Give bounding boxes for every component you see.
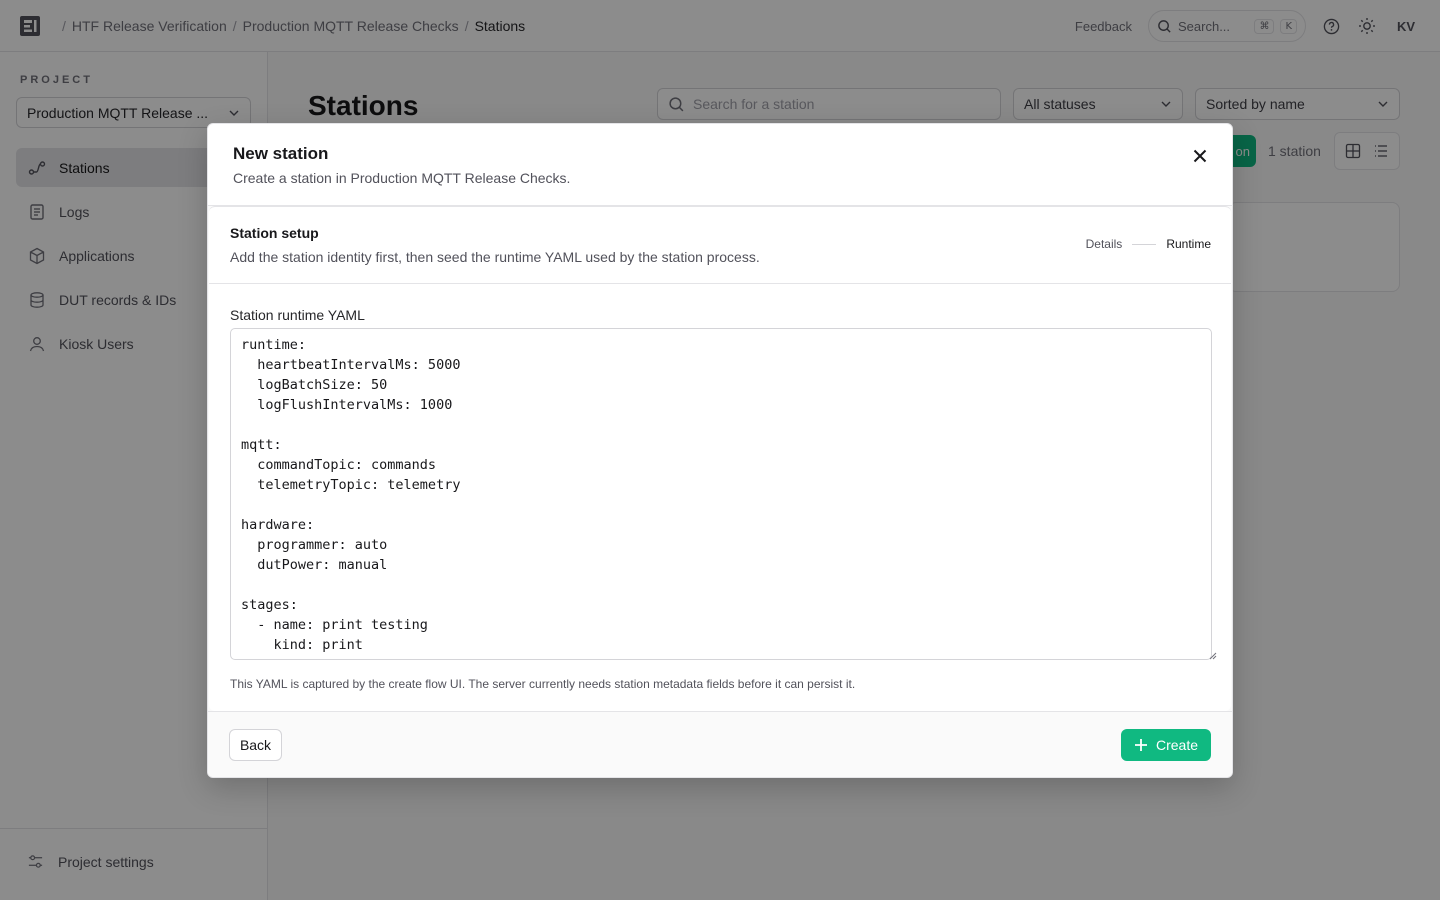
station-setup-card: Station setup Add the station identity f… (209, 206, 1231, 711)
close-button[interactable] (1190, 146, 1210, 166)
dialog-subtitle: Create a station in Production MQTT Rele… (233, 170, 571, 186)
create-button-label: Create (1155, 737, 1199, 753)
dialog-title: New station (233, 144, 329, 163)
setup-title: Station setup (230, 225, 319, 241)
yaml-help-text: This YAML is captured by the create flow… (230, 677, 856, 691)
plus-icon (1134, 739, 1147, 751)
step-divider (1132, 243, 1157, 245)
yaml-textarea[interactable]: runtime: heartbeatIntervalMs: 5000 logBa… (230, 328, 1212, 660)
create-button[interactable]: Create (1121, 729, 1211, 761)
dialog-body: Station setup Add the station identity f… (208, 206, 1232, 711)
step-runtime: Runtime (1166, 237, 1211, 251)
setup-header: Station setup Add the station identity f… (209, 207, 1231, 284)
step-details[interactable]: Details (1086, 237, 1123, 251)
back-button[interactable]: Back (229, 729, 282, 761)
new-station-dialog: New station Create a station in Producti… (207, 123, 1233, 778)
dialog-header: New station Create a station in Producti… (208, 124, 1232, 206)
yaml-field-label: Station runtime YAML (230, 307, 365, 323)
stepper: Details Runtime (1086, 237, 1211, 251)
close-icon (1193, 149, 1207, 163)
dialog-footer: Back Create (208, 711, 1232, 777)
setup-subtitle: Add the station identity first, then see… (230, 249, 760, 265)
resize-handle-icon[interactable] (1209, 652, 1217, 660)
